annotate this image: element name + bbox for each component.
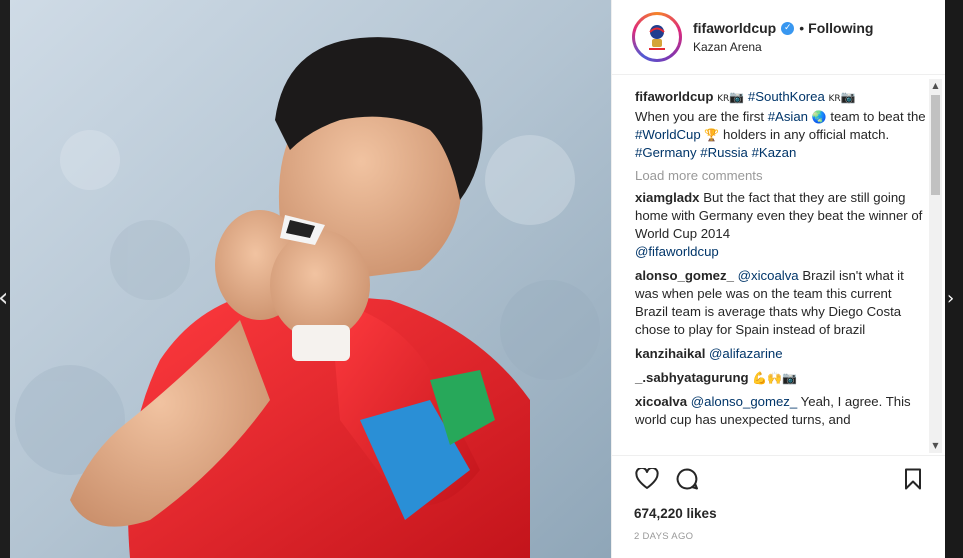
comment-username[interactable]: alonso_gomez_: [635, 268, 734, 283]
post-timestamp[interactable]: 2 DAYS AGO: [634, 531, 926, 542]
caption-text-2: team to beat the: [830, 109, 926, 124]
likes-count[interactable]: 674,220 likes: [634, 506, 926, 521]
globe-icon: 🌏: [811, 110, 827, 124]
comment-username[interactable]: _.sabhyatagurung: [635, 370, 749, 385]
comments-list[interactable]: fifaworldcup KR📷 #SouthKorea KR📷 When yo…: [612, 76, 946, 454]
hashtag-southkorea[interactable]: #SouthKorea: [748, 89, 825, 104]
scroll-down-arrow-icon[interactable]: ▼: [929, 439, 942, 453]
previous-post-arrow-icon[interactable]: ‹: [0, 285, 8, 311]
flag-kr-2: KR: [828, 94, 841, 104]
world-cup-logo-icon: [649, 25, 665, 50]
camera-icon: 📷: [729, 90, 745, 104]
hashtag-russia[interactable]: #Russia: [700, 145, 748, 160]
comment-bubble-icon: [676, 468, 698, 490]
follow-status-button[interactable]: Following: [808, 20, 873, 36]
post-header: fifaworldcup ✓ • Following Kazan Arena: [612, 0, 945, 75]
verified-badge-icon: ✓: [781, 21, 795, 35]
separator-dot: •: [799, 20, 805, 36]
post-actions: 674,220 likes 2 DAYS AGO: [612, 455, 946, 542]
comment-username[interactable]: xicoalva: [635, 394, 687, 409]
camera-icon: 📷: [782, 371, 798, 385]
post-photo[interactable]: [10, 0, 611, 558]
caption: fifaworldcup KR📷 #SouthKorea KR📷 When yo…: [635, 88, 926, 162]
post-side-panel: fifaworldcup ✓ • Following Kazan Arena f…: [611, 0, 946, 558]
camera-icon: 📷: [840, 90, 856, 104]
comments-scrollbar[interactable]: ▲ ▼: [929, 79, 942, 453]
comment-mention[interactable]: @xicoalva: [738, 268, 799, 283]
flag-kr-1: KR: [717, 94, 730, 104]
bookmark-icon: [905, 468, 921, 490]
comment-item: kanzihaikal @alifazarine: [635, 345, 926, 363]
comment-mention[interactable]: @fifaworldcup: [635, 244, 719, 259]
caption-text-3: holders in any official match.: [723, 127, 890, 142]
avatar[interactable]: [635, 15, 679, 59]
caption-username[interactable]: fifaworldcup: [635, 89, 713, 104]
backdrop-right-strip: ›: [945, 0, 963, 558]
trophy-icon: 🏆: [704, 128, 720, 142]
scroll-up-arrow-icon[interactable]: ▲: [929, 79, 942, 93]
comment-item: alonso_gomez_ @xicoalva Brazil isn't wha…: [635, 267, 926, 339]
comment-username[interactable]: xiamgladx: [635, 190, 700, 205]
comment-item: xiamgladx But the fact that they are sti…: [635, 189, 926, 261]
photo-artwork: [10, 0, 611, 558]
comment-button[interactable]: [674, 466, 700, 492]
scrollbar-thumb[interactable]: [931, 95, 940, 195]
save-button[interactable]: [900, 466, 926, 492]
hashtag-kazan[interactable]: #Kazan: [752, 145, 797, 160]
comment-username[interactable]: kanzihaikal: [635, 346, 705, 361]
comment-mention[interactable]: @alifazarine: [709, 346, 783, 361]
comment-item: xicoalva @alonso_gomez_ Yeah, I agree. T…: [635, 393, 926, 429]
flexed-biceps-icon: 💪: [752, 371, 768, 385]
hashtag-germany[interactable]: #Germany: [635, 145, 697, 160]
load-more-comments-button[interactable]: Load more comments: [635, 168, 926, 183]
post-modal: fifaworldcup ✓ • Following Kazan Arena f…: [10, 0, 946, 558]
like-button[interactable]: [634, 466, 660, 492]
comment-item: _.sabhyatagurung 💪🙌📷: [635, 369, 926, 387]
avatar-story-ring[interactable]: [632, 12, 682, 62]
heart-icon: [635, 468, 659, 489]
post-location[interactable]: Kazan Arena: [693, 40, 873, 54]
caption-text-1: When you are the first: [635, 109, 765, 124]
post-author-username[interactable]: fifaworldcup: [693, 20, 776, 36]
hashtag-asian[interactable]: #Asian: [768, 109, 808, 124]
comment-mention[interactable]: @alonso_gomez_: [691, 394, 798, 409]
next-post-arrow-icon[interactable]: ›: [947, 288, 954, 309]
hashtag-worldcup[interactable]: #WorldCup: [635, 127, 701, 142]
raised-hands-icon: 🙌: [767, 371, 783, 385]
